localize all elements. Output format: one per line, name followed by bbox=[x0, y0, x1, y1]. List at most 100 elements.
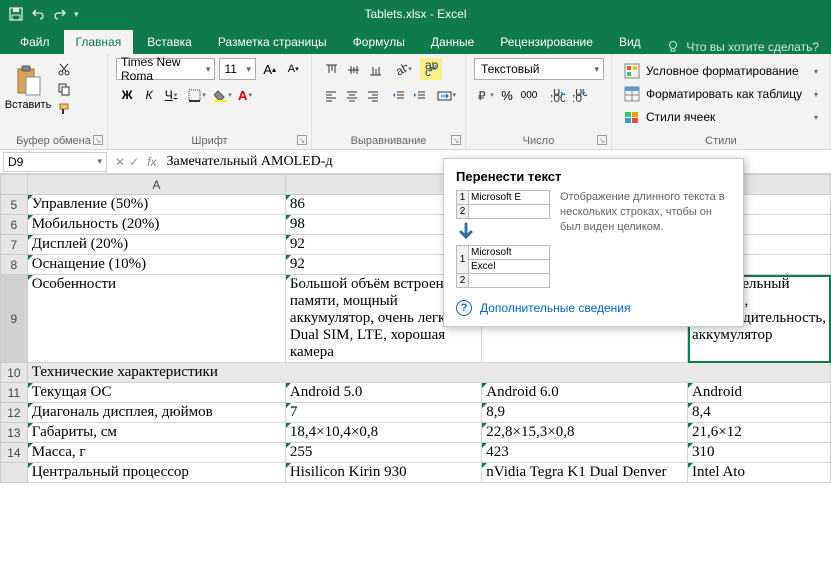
align-center-button[interactable] bbox=[341, 84, 362, 106]
cancel-formula-icon[interactable]: ✕ bbox=[115, 155, 125, 169]
wrap-text-tooltip: Перенести текст 1Microsoft E2 1Microsoft… bbox=[443, 158, 744, 327]
align-right-button[interactable] bbox=[362, 84, 383, 106]
qat-dropdown-icon[interactable]: ▾ bbox=[74, 9, 79, 20]
fmt-table-icon bbox=[624, 86, 640, 102]
save-icon[interactable] bbox=[8, 6, 24, 22]
number-format-select[interactable]: Текстовый bbox=[474, 58, 604, 80]
align-left-icon bbox=[324, 89, 337, 102]
row-header[interactable]: 14 bbox=[1, 443, 28, 463]
align-bottom-button[interactable] bbox=[364, 58, 386, 80]
formula-input[interactable]: Замечательный AMOLED-д bbox=[166, 154, 332, 170]
select-all[interactable] bbox=[1, 175, 28, 195]
tab-review[interactable]: Рецензирование bbox=[488, 30, 605, 54]
cell[interactable]: 7 bbox=[285, 403, 481, 423]
cell[interactable]: Оснащение (10%) bbox=[27, 255, 285, 275]
row-header[interactable]: 8 bbox=[1, 255, 28, 275]
tab-formulas[interactable]: Формулы bbox=[341, 30, 417, 54]
format-as-table-button[interactable]: Форматировать как таблицу bbox=[620, 83, 822, 105]
redo-icon[interactable] bbox=[52, 6, 68, 22]
align-middle-button[interactable] bbox=[342, 58, 364, 80]
cell[interactable]: Intel Ato bbox=[688, 463, 831, 483]
tooltip-more-link[interactable]: ? Дополнительные сведения bbox=[456, 300, 731, 316]
fx-icon[interactable]: fx bbox=[147, 155, 156, 169]
cell[interactable]: Диагональ дисплея, дюймов bbox=[27, 403, 285, 423]
cell[interactable]: Габариты, см bbox=[27, 423, 285, 443]
cell[interactable]: 8,4 bbox=[688, 403, 831, 423]
cell[interactable]: Текущая ОС bbox=[27, 383, 285, 403]
row-header[interactable] bbox=[1, 463, 28, 483]
orientation-button[interactable]: ab bbox=[392, 58, 414, 80]
wrap-text-button[interactable]: abc bbox=[420, 58, 442, 80]
tab-insert[interactable]: Вставка bbox=[135, 30, 204, 54]
decrease-decimal-button[interactable]: ,00,0 bbox=[568, 84, 590, 106]
col-header-a[interactable]: A bbox=[27, 175, 285, 195]
number-launcher[interactable]: ↘ bbox=[597, 135, 607, 145]
paste-button[interactable]: Вставить bbox=[8, 58, 48, 118]
align-launcher[interactable]: ↘ bbox=[451, 135, 461, 145]
row-header[interactable]: 5 bbox=[1, 195, 28, 215]
tab-file[interactable]: Файл bbox=[8, 30, 62, 54]
cell[interactable]: Android bbox=[688, 383, 831, 403]
row-header[interactable]: 9 bbox=[1, 275, 28, 363]
increase-indent-button[interactable] bbox=[409, 84, 430, 106]
cut-button[interactable] bbox=[54, 60, 74, 78]
decrease-font-button[interactable]: A▾ bbox=[283, 58, 303, 80]
cell[interactable]: 22,8×15,3×0,8 bbox=[482, 423, 688, 443]
increase-font-button[interactable]: A▴ bbox=[260, 58, 280, 80]
tab-view[interactable]: Вид bbox=[607, 30, 653, 54]
font-color-button[interactable]: A bbox=[234, 84, 256, 106]
align-top-button[interactable] bbox=[320, 58, 342, 80]
italic-button[interactable]: К bbox=[138, 84, 160, 106]
merge-button[interactable] bbox=[436, 84, 458, 106]
undo-icon[interactable] bbox=[30, 6, 46, 22]
font-size-select[interactable]: 11 bbox=[219, 58, 255, 80]
accounting-format-button[interactable]: ₽ bbox=[474, 84, 496, 106]
tab-home[interactable]: Главная bbox=[64, 30, 134, 54]
cell[interactable]: 310 bbox=[688, 443, 831, 463]
cell[interactable]: 18,4×10,4×0,8 bbox=[285, 423, 481, 443]
cell[interactable]: Мобильность (20%) bbox=[27, 215, 285, 235]
cell[interactable]: Масса, г bbox=[27, 443, 285, 463]
percent-button[interactable]: % bbox=[496, 84, 518, 106]
borders-button[interactable] bbox=[186, 84, 208, 106]
row-header[interactable]: 6 bbox=[1, 215, 28, 235]
font-launcher[interactable]: ↘ bbox=[297, 135, 307, 145]
tell-me-search[interactable]: Что вы хотите сделать? bbox=[666, 40, 831, 54]
group-number: Текстовый ₽ % 000 ,0,00 ,00,0 Число ↘ bbox=[466, 54, 612, 149]
cell[interactable]: nVidia Tegra K1 Dual Denver bbox=[482, 463, 688, 483]
cell[interactable]: Android 5.0 bbox=[285, 383, 481, 403]
comma-button[interactable]: 000 bbox=[518, 84, 540, 106]
cell[interactable]: 423 bbox=[482, 443, 688, 463]
row-header[interactable]: 11 bbox=[1, 383, 28, 403]
row-header[interactable]: 10 bbox=[1, 363, 28, 383]
cell-styles-button[interactable]: Стили ячеек bbox=[620, 106, 822, 128]
row-header[interactable]: 12 bbox=[1, 403, 28, 423]
cell[interactable]: Hisilicon Kirin 930 bbox=[285, 463, 481, 483]
underline-button[interactable]: Ч bbox=[160, 84, 182, 106]
cell[interactable]: Дисплей (20%) bbox=[27, 235, 285, 255]
cell[interactable]: Центральный процессор bbox=[27, 463, 285, 483]
cell[interactable]: Технические характеристики bbox=[27, 363, 830, 383]
format-painter-button[interactable] bbox=[54, 100, 74, 118]
tab-data[interactable]: Данные bbox=[419, 30, 486, 54]
bold-button[interactable]: Ж bbox=[116, 84, 138, 106]
tab-page-layout[interactable]: Разметка страницы bbox=[206, 30, 339, 54]
cell[interactable]: Android 6.0 bbox=[482, 383, 688, 403]
copy-button[interactable] bbox=[54, 80, 74, 98]
name-box[interactable]: D9 bbox=[3, 152, 107, 172]
cell[interactable]: 21,6×12 bbox=[688, 423, 831, 443]
cell[interactable]: Особенности bbox=[27, 275, 285, 363]
align-left-button[interactable] bbox=[320, 84, 341, 106]
conditional-formatting-button[interactable]: Условное форматирование bbox=[620, 60, 822, 82]
fill-color-button[interactable] bbox=[212, 84, 234, 106]
enter-formula-icon[interactable]: ✓ bbox=[129, 155, 139, 169]
decrease-indent-button[interactable] bbox=[388, 84, 409, 106]
font-name-select[interactable]: Times New Roma bbox=[116, 58, 215, 80]
clipboard-launcher[interactable]: ↘ bbox=[93, 135, 103, 145]
cell[interactable]: 255 bbox=[285, 443, 481, 463]
cell[interactable]: 8,9 bbox=[482, 403, 688, 423]
row-header[interactable]: 13 bbox=[1, 423, 28, 443]
row-header[interactable]: 7 bbox=[1, 235, 28, 255]
increase-decimal-button[interactable]: ,0,00 bbox=[546, 84, 568, 106]
cell[interactable]: Управление (50%) bbox=[27, 195, 285, 215]
